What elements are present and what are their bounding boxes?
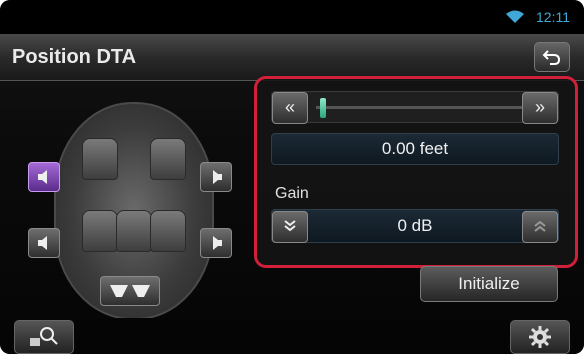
zoom-button[interactable]: [14, 320, 74, 354]
seat-front-left: [82, 138, 118, 180]
page-title: Position DTA: [12, 46, 137, 68]
speaker-rear-left-button[interactable]: [28, 228, 60, 258]
double-chevron-down-icon: [284, 220, 296, 232]
speaker-front-left-button[interactable]: [28, 162, 60, 192]
gain-label: Gain: [275, 185, 309, 202]
speaker-icon: [213, 170, 222, 184]
back-button[interactable]: [534, 42, 570, 72]
status-time: 12:11: [536, 9, 570, 25]
subwoofer-icon: [110, 285, 150, 297]
gain-value: 0 dB: [397, 216, 433, 235]
speaker-icon: [213, 236, 222, 250]
speaker-rear-right-button[interactable]: [200, 228, 232, 258]
zoom-icon: [30, 327, 58, 346]
speaker-front-right-button[interactable]: [200, 162, 232, 192]
slider-knob[interactable]: [320, 98, 326, 118]
gain-control: 0 dB: [271, 209, 559, 243]
seat-rear-left: [82, 210, 118, 252]
settings-button[interactable]: [510, 320, 570, 354]
double-chevron-up-icon: [534, 220, 546, 232]
subwoofer-button[interactable]: [100, 276, 160, 306]
seat-rear-center: [116, 210, 152, 252]
gain-down-button[interactable]: [272, 211, 308, 243]
speaker-icon: [38, 170, 47, 184]
seat-rear-right: [150, 210, 186, 252]
wifi-icon: [506, 10, 524, 23]
settings-gear-icon: [529, 326, 551, 348]
speaker-icon: [38, 236, 47, 250]
distance-left-button[interactable]: «: [272, 92, 308, 124]
status-bar: 12:11: [0, 0, 584, 34]
distance-right-button[interactable]: »: [522, 92, 558, 124]
distance-value: 0.00 feet: [271, 133, 559, 165]
gain-up-button[interactable]: [522, 211, 558, 243]
back-arrow-icon: [542, 50, 561, 65]
slider-line: [316, 106, 522, 109]
distance-slider[interactable]: « »: [271, 91, 559, 124]
title-bar: Position DTA: [0, 34, 584, 81]
bottom-bar: [0, 318, 584, 354]
seat-front-right: [150, 138, 186, 180]
initialize-button[interactable]: Initialize: [420, 266, 558, 302]
position-settings-panel: « » 0.00 feet Gain 0 dB: [254, 76, 578, 268]
position-dta-screen: 12:11 Position DTA « » 0.00 feet Gain 0 …: [0, 0, 584, 354]
